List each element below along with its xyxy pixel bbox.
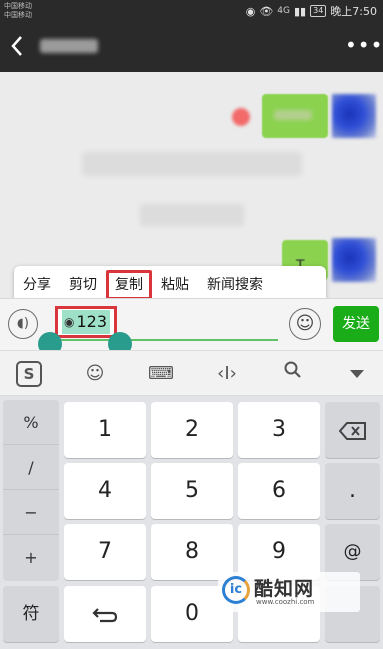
message-input[interactable]: ◉ 123 xyxy=(55,306,118,338)
watermark: ic 酷知网 www.coozhi.com xyxy=(218,572,360,612)
ime-toolbar: S ☺ ⌨ ‹I› xyxy=(0,350,383,396)
voice-icon: ◖) xyxy=(17,316,29,331)
key-percent[interactable]: % xyxy=(3,400,59,445)
key-7[interactable]: 7 xyxy=(64,524,146,580)
chat-title-blurred xyxy=(40,39,98,53)
signal-icon: ▮▮ xyxy=(294,4,307,18)
key-1[interactable]: 1 xyxy=(64,402,146,458)
collapse-icon[interactable] xyxy=(342,359,372,389)
eye-icon: ◉ xyxy=(64,315,75,329)
keyboard-icon[interactable]: ⌨ xyxy=(146,359,176,389)
send-button[interactable]: 发送 xyxy=(333,306,379,342)
smiley-icon: ☺ xyxy=(295,313,315,334)
coozhi-logo-icon: ic xyxy=(222,576,250,604)
message-text-blurred xyxy=(274,110,312,120)
input-value: 123 xyxy=(76,312,108,331)
clock: 晚上7:50 xyxy=(330,5,377,18)
return-icon xyxy=(92,607,118,622)
wifi-icon: ◉ xyxy=(245,4,256,18)
triangle-down-glyph xyxy=(350,370,364,378)
menu-item-copy[interactable]: 复制 xyxy=(106,270,152,300)
key-dot[interactable]: . xyxy=(325,463,380,519)
battery-level: 34 xyxy=(310,5,327,17)
message-bubble[interactable] xyxy=(262,94,328,138)
more-dots-icon: ••• xyxy=(345,33,383,57)
symbol-column: % / − + xyxy=(3,400,59,581)
selected-text[interactable]: ◉ 123 xyxy=(62,310,111,334)
more-button[interactable]: ••• xyxy=(345,35,382,56)
system-message-blurred xyxy=(140,204,244,226)
emoji-icon[interactable]: ☺ xyxy=(80,359,110,389)
key-3[interactable]: 3 xyxy=(238,402,320,458)
carrier-label: 中国移动 xyxy=(4,2,32,10)
status-icons: ◉ 👁 4G ▮▮ 34 晚上7:50 xyxy=(246,3,377,19)
avatar[interactable] xyxy=(332,238,376,282)
carrier-label: 中国移动 xyxy=(4,11,32,19)
voice-input-button[interactable]: ◖) xyxy=(8,309,38,339)
backspace-icon xyxy=(338,421,366,440)
key-4[interactable]: 4 xyxy=(64,463,146,519)
key-6[interactable]: 6 xyxy=(238,463,320,519)
cursor-move-icon[interactable]: ‹I› xyxy=(212,359,242,389)
key-plus[interactable]: + xyxy=(3,535,59,580)
key-2[interactable]: 2 xyxy=(151,402,233,458)
back-button[interactable] xyxy=(10,34,34,60)
status-bar: 中国移动 中国移动 ◉ 👁 4G ▮▮ 34 晚上7:50 xyxy=(0,0,383,22)
emoji-button[interactable]: ☺ xyxy=(289,308,321,340)
eye-icon: 👁 xyxy=(259,4,274,18)
menu-item-news-search[interactable]: 新闻搜索 xyxy=(198,270,272,300)
watermark-name: 酷知网 xyxy=(254,578,315,600)
chevron-left-icon xyxy=(11,36,22,56)
sogou-logo-icon[interactable]: S xyxy=(16,361,42,387)
send-failed-icon[interactable] xyxy=(232,108,250,126)
return-button[interactable] xyxy=(64,586,146,642)
chat-title-bar: ••• xyxy=(0,22,383,72)
search-icon[interactable] xyxy=(278,359,308,389)
menu-item-share[interactable]: 分享 xyxy=(14,270,60,300)
magnifier-glyph xyxy=(284,361,301,378)
system-message-blurred xyxy=(82,152,302,176)
key-5[interactable]: 5 xyxy=(151,463,233,519)
watermark-url: www.coozhi.com xyxy=(256,598,315,606)
menu-item-paste[interactable]: 粘贴 xyxy=(152,270,198,300)
avatar[interactable] xyxy=(332,94,376,138)
key-slash[interactable]: / xyxy=(3,445,59,490)
symbol-key[interactable]: 符 xyxy=(3,586,59,642)
signal-label: 4G xyxy=(277,6,290,16)
input-underline xyxy=(48,339,278,341)
backspace-button[interactable] xyxy=(325,402,380,458)
chat-area[interactable]: T xyxy=(0,72,383,298)
menu-item-cut[interactable]: 剪切 xyxy=(60,270,106,300)
key-minus[interactable]: − xyxy=(3,490,59,535)
